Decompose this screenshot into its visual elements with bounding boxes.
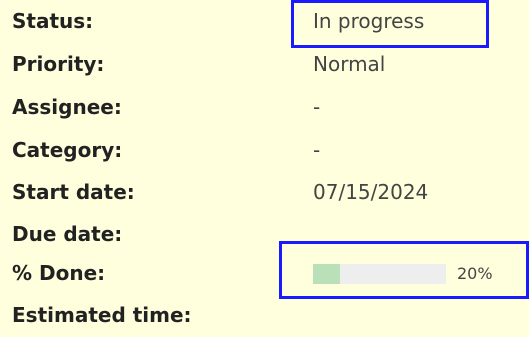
done-percent-text: 20%	[457, 264, 493, 283]
done-progress-bar	[313, 264, 446, 284]
assignee-label: Assignee:	[12, 95, 122, 119]
priority-label: Priority:	[12, 52, 105, 76]
attribute-row-start-date: Start date: 07/15/2024	[0, 171, 529, 214]
attribute-row-done: % Done: 20%	[0, 252, 529, 295]
assignee-value: -	[313, 95, 321, 119]
due-date-label: Due date:	[12, 222, 123, 246]
attribute-row-due-date: Due date:	[0, 213, 529, 256]
category-value: -	[313, 138, 321, 162]
done-label: % Done:	[12, 261, 106, 285]
attribute-row-assignee: Assignee: -	[0, 86, 529, 129]
status-label: Status:	[12, 9, 94, 33]
done-progress-fill	[313, 264, 340, 284]
attribute-row-category: Category: -	[0, 129, 529, 172]
issue-attributes: Status: In progress Priority: Normal Ass…	[0, 0, 529, 331]
attribute-row-status: Status: In progress	[0, 0, 529, 43]
category-label: Category:	[12, 138, 123, 162]
attribute-row-priority: Priority: Normal	[0, 43, 529, 86]
status-value: In progress	[313, 9, 425, 33]
priority-value: Normal	[313, 52, 386, 76]
start-date-value: 07/15/2024	[313, 180, 429, 204]
start-date-label: Start date:	[12, 180, 135, 204]
